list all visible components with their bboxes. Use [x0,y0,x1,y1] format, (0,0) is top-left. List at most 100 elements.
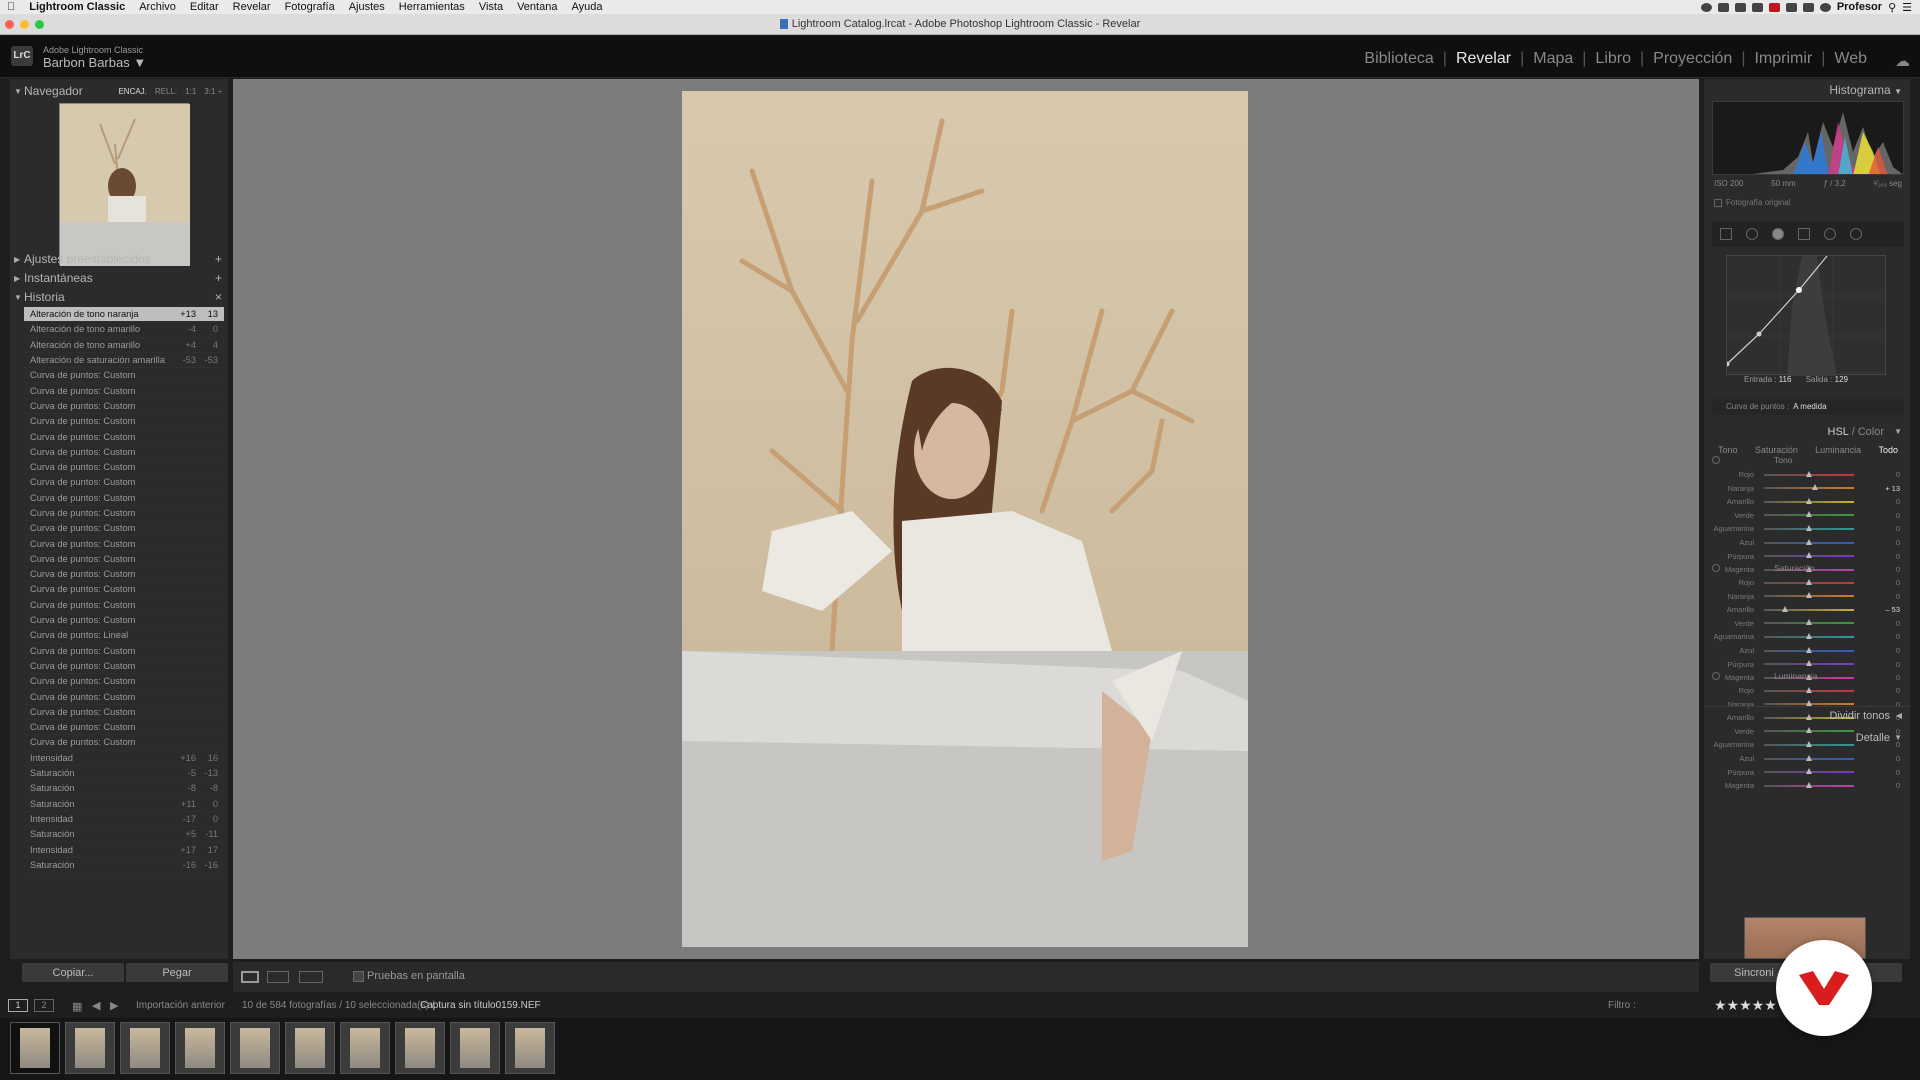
history-row[interactable]: Curva de puntos: Custom [24,720,224,736]
main-photo[interactable] [682,91,1248,947]
hsl-slider-value[interactable]: 0 [1874,673,1904,682]
cloud-icon[interactable]: ☁ [1895,52,1910,70]
bluetooth-icon[interactable] [1785,2,1797,12]
hsl-slider-knob[interactable] [1806,646,1812,653]
history-row[interactable]: Curva de puntos: Custom [24,445,224,460]
history-row[interactable]: Curva de puntos: Lineal [24,628,224,644]
hsl-slider-knob[interactable] [1806,592,1812,599]
hsl-slider-knob[interactable] [1811,484,1818,491]
paste-button[interactable]: Pegar [126,963,228,982]
history-row[interactable]: Curva de puntos: Custom [24,460,224,476]
filmstrip-thumbnail[interactable] [450,1022,500,1074]
history-header[interactable]: ▼ Historia × [10,287,228,307]
copy-button[interactable]: Copiar... [22,963,124,982]
module-libro[interactable]: Libro [1586,50,1640,68]
history-row[interactable]: Saturación -8 -8 [24,781,224,797]
histogram-header[interactable]: Histograma ▼ [1829,83,1902,97]
tab-tono[interactable]: Tono [1718,445,1738,455]
hsl-slider-track[interactable] [1764,605,1854,612]
hsl-slider-value[interactable]: 0 [1874,632,1904,641]
module-web[interactable]: Web [1825,50,1876,68]
hsl-slider-knob[interactable] [1806,538,1812,545]
hsl-slider-row[interactable]: Azul 0 [1712,752,1904,765]
history-row[interactable]: Curva de puntos: Custom [24,598,224,613]
presets-header[interactable]: ▶ Ajustes preestablecidos + [10,249,228,269]
hsl-slider-knob[interactable] [1806,619,1812,626]
hsl-slider-row[interactable]: Naranja 0 [1712,590,1904,603]
wifi-icon[interactable] [1802,2,1814,12]
airplay-icon[interactable] [1751,2,1763,12]
collapse-triangle-icon[interactable]: ▼ [14,87,22,96]
hsl-slider-row[interactable]: Azul 0 [1712,644,1904,657]
menu-app-name[interactable]: Lightroom Classic [22,0,132,14]
collapse-triangle-icon[interactable]: ▼ [1894,87,1902,96]
hsl-slider-track[interactable] [1764,538,1854,545]
hsl-slider-knob[interactable] [1806,511,1812,518]
history-row[interactable]: Curva de puntos: Custom [24,506,224,522]
detail-header[interactable]: Detalle ▼ [1704,729,1910,747]
nav-fill-option[interactable]: RELL. [155,87,177,96]
filmstrip-thumbnail[interactable] [65,1022,115,1074]
before-after-icon[interactable] [267,971,289,983]
hsl-slider-row[interactable]: Púrpura 0 [1712,766,1904,779]
history-row[interactable]: Alteración de tono amarillo +4 4 [24,338,224,353]
hsl-slider-track[interactable] [1764,497,1854,504]
targeted-adjustment-icon[interactable] [1712,564,1720,572]
history-row[interactable]: Saturación -5 -13 [24,766,224,782]
module-revelar[interactable]: Revelar [1447,50,1520,68]
history-row[interactable]: Curva de puntos: Custom [24,383,224,399]
graduated-filter-icon[interactable] [1798,228,1810,240]
creative-cloud-icon[interactable] [1734,2,1746,12]
nav-fit-option[interactable]: ENCAJ. [118,87,146,96]
minimize-window-icon[interactable] [20,20,29,29]
hsl-slider-knob[interactable] [1806,754,1812,761]
filmstrip-thumbnail[interactable] [120,1022,170,1074]
history-row[interactable]: Curva de puntos: Custom [24,705,224,721]
hsl-slider-value[interactable]: 0 [1874,524,1904,533]
zoom-window-icon[interactable] [35,20,44,29]
hsl-slider-track[interactable] [1764,524,1854,531]
red-eye-icon[interactable] [1772,228,1784,240]
menu-herramientas[interactable]: Herramientas [392,0,472,14]
clear-history-icon[interactable]: × [215,290,228,304]
history-row[interactable]: Curva de puntos: Custom [24,536,224,552]
collapse-triangle-icon[interactable]: ▼ [14,293,22,302]
brush-tool-icon[interactable] [1850,228,1862,240]
menu-vista[interactable]: Vista [472,0,510,14]
back-arrow-icon[interactable]: ◀ [92,999,100,1012]
record-icon[interactable] [1700,2,1712,12]
hsl-slider-track[interactable] [1764,484,1854,491]
hsl-slider-value[interactable]: + 13 [1874,484,1904,493]
filmstrip-thumbnail[interactable] [395,1022,445,1074]
history-row[interactable]: Curva de puntos: Custom [24,644,224,659]
soft-proof-checkbox[interactable] [353,971,364,982]
develop-canvas[interactable] [233,79,1699,959]
hsl-slider-row[interactable]: Rojo 0 [1712,684,1904,697]
split-toning-header[interactable]: Dividir tonos ◀ [1704,706,1910,724]
menu-ayuda[interactable]: Ayuda [564,0,609,14]
expand-triangle-icon[interactable]: ◀ [1896,711,1902,720]
hsl-slider-knob[interactable] [1806,768,1812,775]
filmstrip-thumbnail[interactable] [505,1022,555,1074]
hsl-slider-knob[interactable] [1782,605,1789,612]
star-filter[interactable]: ★★★★★ [1714,997,1777,1014]
hsl-header[interactable]: HSL / Color ▼ [1704,423,1910,441]
clock-icon[interactable] [1819,2,1831,12]
history-row[interactable]: Intensidad +17 17 [24,842,224,858]
current-filename[interactable]: Captura sin título0159.NEF [420,1000,541,1011]
hsl-slider-track[interactable] [1764,552,1854,559]
hsl-slider-value[interactable]: 0 [1874,754,1904,763]
menu-editar[interactable]: Editar [183,0,226,14]
point-curve-value[interactable]: A medida [1793,402,1826,411]
navigator-header[interactable]: ▼ Navegador ENCAJ. RELL. 1:1 3:1 ÷ [10,81,228,101]
import-source[interactable]: Importación anterior [136,1000,225,1011]
original-photo-checkbox[interactable] [1714,198,1722,207]
filmstrip-thumbnail[interactable] [10,1022,60,1074]
history-row[interactable]: Curva de puntos: Custom [24,582,224,598]
nav-1to1-option[interactable]: 1:1 [185,87,196,96]
grid-view-icon[interactable]: ▦ [72,1000,82,1013]
history-row[interactable]: Alteración de tono naranja +13 13 [24,307,224,323]
hsl-slider-knob[interactable] [1806,781,1812,788]
history-row[interactable]: Saturación -16 -16 [24,858,224,873]
hsl-slider-value[interactable]: 0 [1874,660,1904,669]
